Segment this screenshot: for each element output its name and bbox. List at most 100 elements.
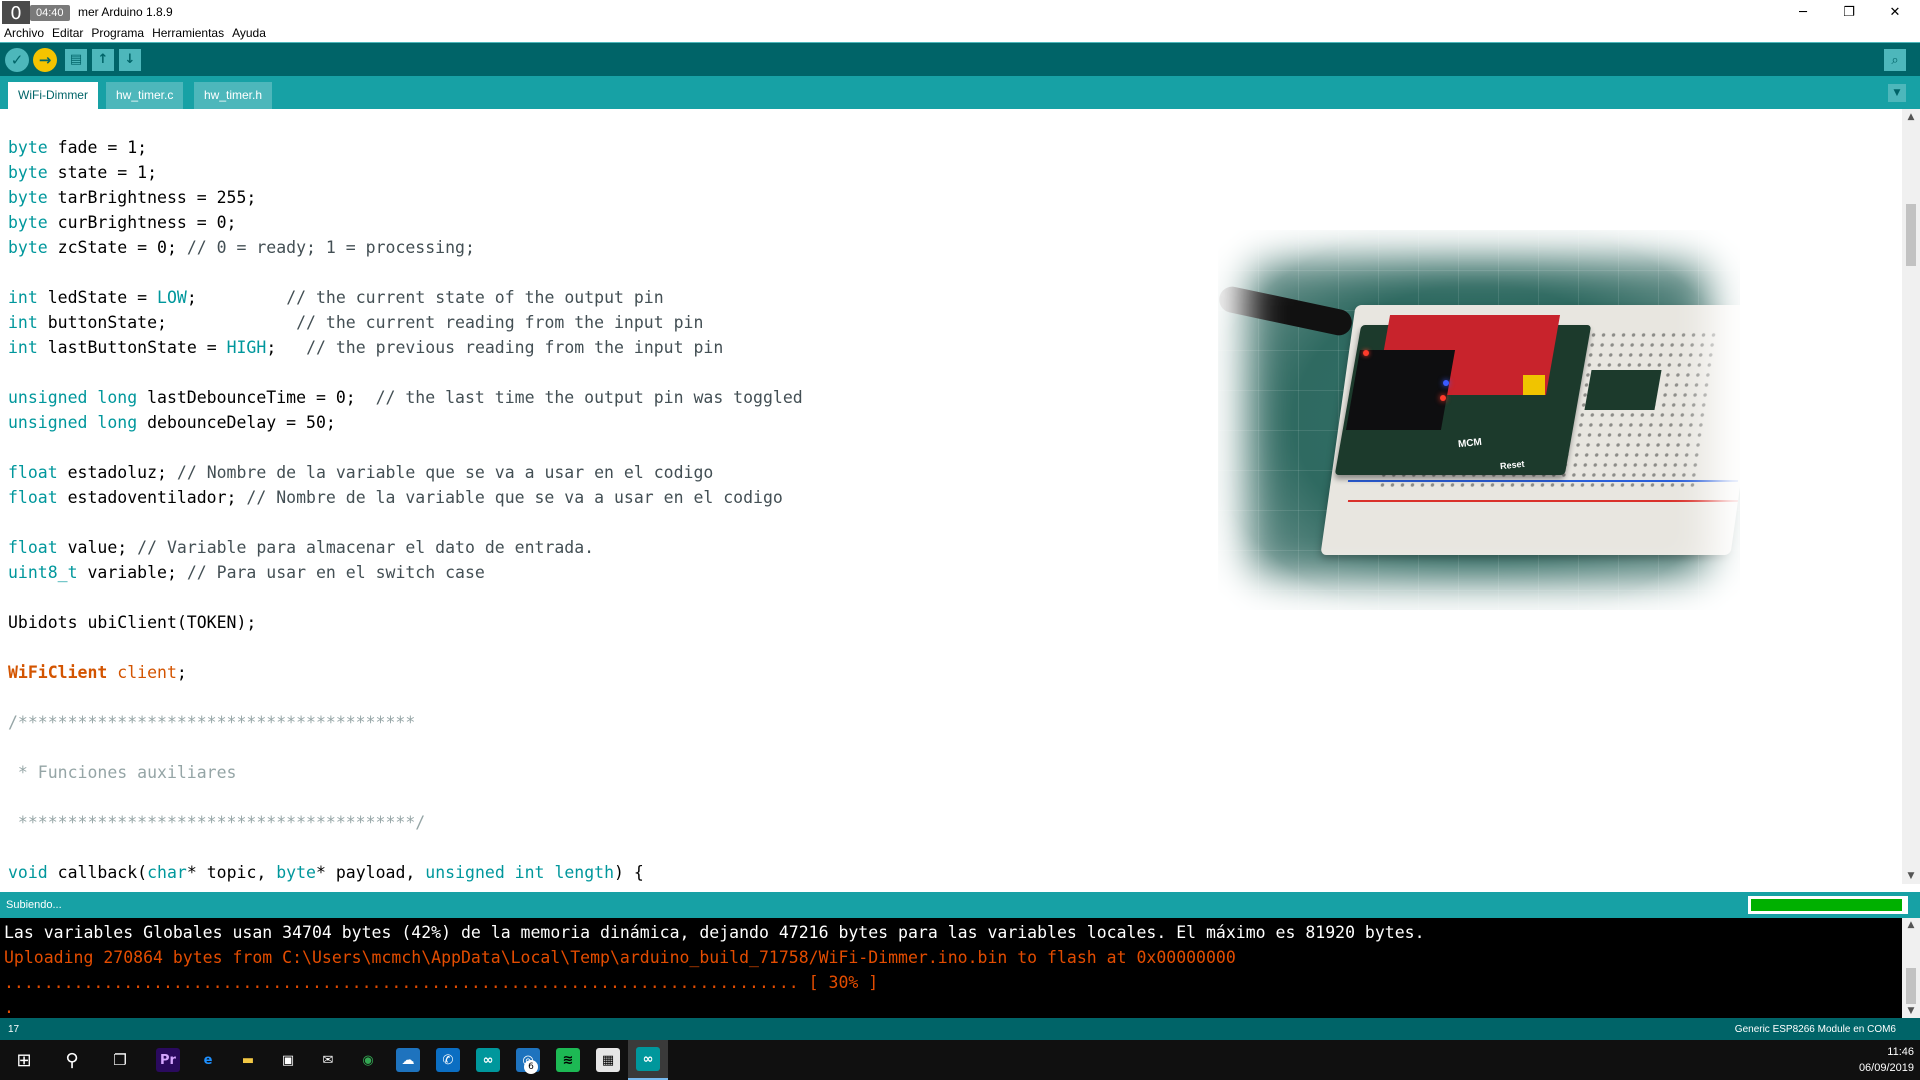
taskbar-app-premiere[interactable]: Pr bbox=[148, 1040, 188, 1080]
system-clock[interactable]: 11:46 06/09/2019 bbox=[1859, 1044, 1914, 1076]
code-line: byte fade = 1; bbox=[8, 138, 148, 157]
taskbar-app-store[interactable]: ▣ bbox=[268, 1040, 308, 1080]
chrome-icon: ◉ bbox=[356, 1048, 380, 1072]
check-icon: ✓ bbox=[10, 50, 24, 69]
console-scroll-up-icon[interactable]: ▲ bbox=[1902, 918, 1920, 932]
scroll-up-icon[interactable]: ▲ bbox=[1902, 109, 1920, 125]
task-view-button[interactable]: ❐ bbox=[96, 1040, 144, 1080]
footer-bar: 17 Generic ESP8266 Module en COM6 bbox=[0, 1018, 1920, 1040]
menu-herramientas[interactable]: Herramientas bbox=[152, 26, 224, 40]
menu-editar[interactable]: Editar bbox=[52, 26, 83, 40]
open-sketch-button[interactable]: ↑ bbox=[92, 48, 114, 71]
verify-button[interactable]: ✓ bbox=[5, 47, 29, 72]
console-output[interactable]: Las variables Globales usan 34704 bytes … bbox=[0, 918, 1920, 1018]
tab-wifi-dimmer[interactable]: WiFi-Dimmer bbox=[8, 82, 98, 109]
menu-archivo[interactable]: Archivo bbox=[4, 26, 44, 40]
arrow-up-icon: ↑ bbox=[97, 52, 109, 67]
taskbar-app-mail[interactable]: ✉ bbox=[308, 1040, 348, 1080]
upload-button[interactable]: → bbox=[33, 47, 57, 72]
code-text[interactable]: byte fade = 1; byte state = 1; byte tarBri… bbox=[8, 135, 803, 884]
start-button[interactable]: ⊞ bbox=[0, 1040, 48, 1080]
windows-icon: ⊞ bbox=[16, 1049, 32, 1071]
upload-progress-bar bbox=[1748, 896, 1908, 914]
taskbar-app-whatsapp[interactable]: ✆ bbox=[428, 1040, 468, 1080]
app-logo-icon: 0 bbox=[2, 1, 30, 25]
save-sketch-button[interactable]: ↓ bbox=[119, 48, 141, 71]
code-line: byte zcState = 0; // 0 = ready; 1 = proc… bbox=[8, 238, 475, 257]
close-button[interactable]: ✕ bbox=[1872, 0, 1918, 24]
console-line: . bbox=[4, 998, 14, 1017]
premiere-icon: Pr bbox=[156, 1048, 180, 1072]
overlay-clock: 04:40 bbox=[30, 5, 70, 21]
spotify-icon: ≋ bbox=[556, 1048, 580, 1072]
code-line: void callback(char* topic, byte* payload… bbox=[8, 863, 644, 882]
arrow-down-icon: ↓ bbox=[124, 52, 136, 67]
code-line: int buttonState; // the current reading … bbox=[8, 313, 704, 332]
serial-monitor-button[interactable]: ⌕ bbox=[1884, 49, 1906, 71]
clock-time: 11:46 bbox=[1887, 1046, 1914, 1058]
code-line: int lastButtonState = HIGH; // the previ… bbox=[8, 338, 724, 357]
window-title: mer Arduino 1.8.9 bbox=[78, 5, 173, 19]
console-line: ........................................… bbox=[4, 973, 879, 992]
menu-programa[interactable]: Programa bbox=[91, 26, 144, 40]
console-line: Las variables Globales usan 34704 bytes … bbox=[4, 923, 1425, 942]
taskbar-app-edge[interactable]: e bbox=[188, 1040, 228, 1080]
arduino-ide-window: 0 04:40 mer Arduino 1.8.9 ─ ❐ ✕ Archivo … bbox=[0, 0, 1920, 1080]
photo-vignette bbox=[1218, 230, 1740, 610]
taskbar-app-file-explorer[interactable]: ▬ bbox=[228, 1040, 268, 1080]
menu-ayuda[interactable]: Ayuda bbox=[232, 26, 266, 40]
tab-menu-button[interactable]: ▼ bbox=[1888, 84, 1906, 102]
tab-hw-timer-h[interactable]: hw_timer.h bbox=[194, 82, 273, 109]
code-line: byte state = 1; bbox=[8, 163, 158, 182]
search-button[interactable]: ⚲ bbox=[48, 1040, 96, 1080]
code-line: * Funciones auxiliares bbox=[8, 763, 237, 782]
taskbar-app-arduino[interactable]: ∞ bbox=[468, 1040, 508, 1080]
tab-hw-timer-c[interactable]: hw_timer.c bbox=[106, 82, 184, 109]
arduino-active-icon: ∞ bbox=[636, 1047, 660, 1071]
chevron-down-icon: ▼ bbox=[1893, 88, 1901, 98]
minimize-button[interactable]: ─ bbox=[1780, 0, 1826, 24]
scroll-down-icon[interactable]: ▼ bbox=[1902, 868, 1920, 884]
clock-date: 06/09/2019 bbox=[1858, 1062, 1914, 1074]
taskbar-app-spotify[interactable]: ≋ bbox=[548, 1040, 588, 1080]
code-line: Ubidots ubiClient(TOKEN); bbox=[8, 613, 257, 632]
console-scrollbar[interactable]: ▲ ▼ bbox=[1902, 918, 1920, 1018]
code-line: int ledState = LOW; // the current state… bbox=[8, 288, 664, 307]
code-editor[interactable]: byte fade = 1; byte state = 1; byte tarBri… bbox=[0, 109, 1920, 884]
taskbar-app-cloud[interactable]: ☁ bbox=[388, 1040, 428, 1080]
task-view-icon: ❐ bbox=[113, 1051, 127, 1069]
console-lines: Las variables Globales usan 34704 bytes … bbox=[4, 920, 1425, 1018]
scroll-thumb[interactable] bbox=[1906, 204, 1916, 266]
code-line: float estadoventilador; // Nombre de la … bbox=[8, 488, 783, 507]
code-line: byte tarBrightness = 255; bbox=[8, 188, 257, 207]
cloud-icon: ☁ bbox=[396, 1048, 420, 1072]
taskbar-app-tool[interactable]: ▦ bbox=[588, 1040, 628, 1080]
code-line: unsigned long lastDebounceTime = 0; // t… bbox=[8, 388, 803, 407]
taskbar-app-camera[interactable]: ◎6 bbox=[508, 1040, 548, 1080]
tab-bar: WiFi-Dimmer hw_timer.c hw_timer.h ▼ bbox=[0, 76, 1920, 109]
board-info: Generic ESP8266 Module en COM6 bbox=[1734, 1024, 1896, 1035]
new-sketch-button[interactable]: ▤ bbox=[65, 48, 87, 71]
code-line: /***************************************… bbox=[8, 713, 416, 732]
taskbar-app-chrome[interactable]: ◉ bbox=[348, 1040, 388, 1080]
tool-icon: ▦ bbox=[596, 1048, 620, 1072]
status-bar: Subiendo... bbox=[0, 892, 1920, 918]
toolbar: ✓ → ▤ ↑ ↓ ⌕ bbox=[0, 42, 1920, 76]
code-line: ****************************************… bbox=[8, 813, 426, 832]
console-scroll-down-icon[interactable]: ▼ bbox=[1902, 1004, 1920, 1018]
search-icon: ⚲ bbox=[65, 1049, 79, 1071]
editor-scrollbar[interactable]: ▲ ▼ bbox=[1902, 109, 1920, 884]
store-icon: ▣ bbox=[276, 1048, 300, 1072]
console-scroll-thumb[interactable] bbox=[1906, 968, 1916, 1004]
whatsapp-icon: ✆ bbox=[436, 1048, 460, 1072]
maximize-button[interactable]: ❐ bbox=[1826, 0, 1872, 24]
taskbar-app-arduino-active[interactable]: ∞ bbox=[628, 1040, 668, 1080]
